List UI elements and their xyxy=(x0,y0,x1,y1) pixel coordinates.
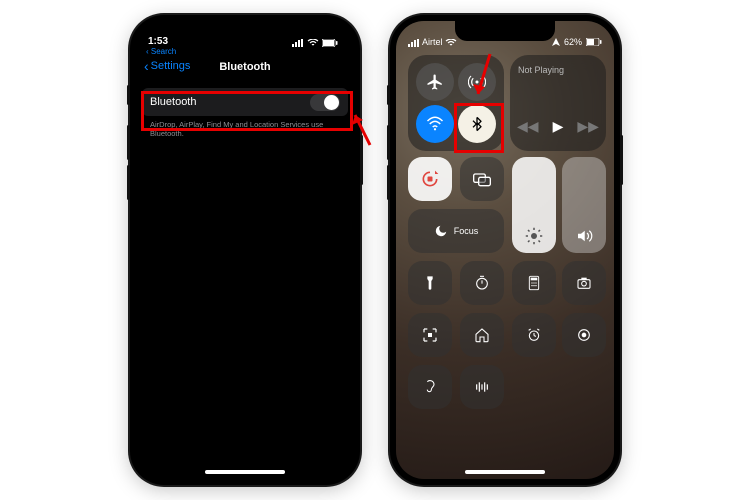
status-time: 1:53 xyxy=(148,36,168,47)
calculator-icon xyxy=(526,275,542,291)
screen-mirror-icon xyxy=(472,169,492,189)
brightness-slider[interactable] xyxy=(512,157,556,253)
speaker-icon xyxy=(575,227,593,245)
haptics-icon xyxy=(474,379,490,395)
timer-icon xyxy=(474,275,490,291)
screen-record-button[interactable] xyxy=(562,313,606,357)
rotation-lock-button[interactable] xyxy=(408,157,452,201)
page-title: Bluetooth xyxy=(136,61,354,73)
wifi-icon xyxy=(307,39,319,47)
timer-button[interactable] xyxy=(460,261,504,305)
calculator-button[interactable] xyxy=(512,261,556,305)
moon-icon xyxy=(434,224,448,238)
wifi-icon xyxy=(445,39,457,47)
phone-settings: 1:53 ‹ Search ‹ Settings Bluetooth Bluet… xyxy=(130,15,360,485)
now-playing-label: Not Playing xyxy=(518,65,564,75)
now-playing-tile[interactable]: Not Playing ◀◀ ▶ ▶▶ xyxy=(510,55,606,151)
status-indicators xyxy=(292,39,338,47)
antenna-icon xyxy=(468,73,486,91)
home-icon xyxy=(474,327,490,343)
home-button[interactable] xyxy=(460,313,504,357)
airplane-mode-button[interactable] xyxy=(416,63,454,101)
volume-slider[interactable] xyxy=(562,157,606,253)
flashlight-icon xyxy=(422,275,438,291)
signal-icon xyxy=(292,39,304,47)
gps-icon xyxy=(552,38,560,46)
status-carrier: Airtel xyxy=(408,37,457,47)
signal-icon xyxy=(408,39,420,47)
focus-button[interactable]: Focus xyxy=(408,209,504,253)
annotation-box-bluetooth-row xyxy=(141,91,353,131)
battery-icon xyxy=(586,38,602,46)
forward-icon[interactable]: ▶▶ xyxy=(577,118,599,135)
home-indicator[interactable] xyxy=(205,470,285,474)
cellular-data-button[interactable] xyxy=(458,63,496,101)
screen-mirror-button[interactable] xyxy=(460,157,504,201)
alarm-icon xyxy=(526,327,542,343)
rotation-lock-icon xyxy=(420,169,440,189)
play-icon[interactable]: ▶ xyxy=(553,118,564,135)
camera-icon xyxy=(576,275,592,291)
haptics-button[interactable] xyxy=(460,365,504,409)
wifi-icon xyxy=(426,115,444,133)
focus-label: Focus xyxy=(454,226,479,236)
back-to-search[interactable]: ‹ Search xyxy=(136,47,354,56)
sun-icon xyxy=(525,227,543,245)
phone-control-center: Airtel 62% Not xyxy=(390,15,620,485)
battery-icon xyxy=(322,39,338,47)
airplane-icon xyxy=(426,73,444,91)
flashlight-button[interactable] xyxy=(408,261,452,305)
qr-scan-button[interactable] xyxy=(408,313,452,357)
qr-scan-icon xyxy=(422,327,438,343)
ear-icon xyxy=(422,379,438,395)
camera-button[interactable] xyxy=(562,261,606,305)
alarm-button[interactable] xyxy=(512,313,556,357)
rewind-icon[interactable]: ◀◀ xyxy=(517,118,539,135)
hearing-button[interactable] xyxy=(408,365,452,409)
annotation-box-bluetooth-button xyxy=(454,103,504,153)
record-icon xyxy=(576,327,592,343)
status-battery: 62% xyxy=(552,37,602,47)
home-indicator[interactable] xyxy=(465,470,545,474)
wifi-button[interactable] xyxy=(416,105,454,143)
